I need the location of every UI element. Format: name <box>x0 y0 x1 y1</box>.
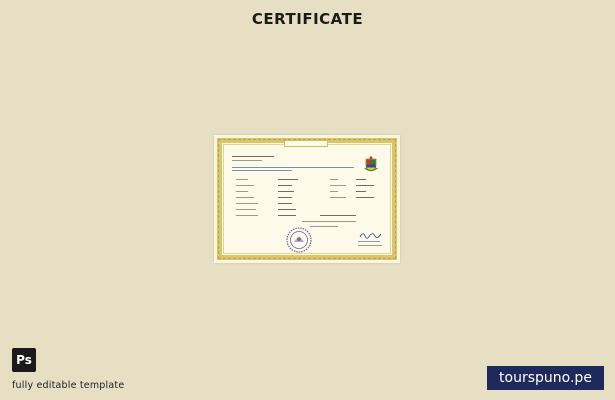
certificate-field-label <box>236 191 248 193</box>
certificate-field-value <box>356 185 374 187</box>
editable-caption: fully editable template <box>12 380 125 391</box>
certificate-signer-line <box>358 241 380 243</box>
photoshop-icon: Ps <box>12 348 36 372</box>
certificate-registry-line <box>320 215 356 217</box>
certificate-field-value <box>278 179 298 181</box>
certificate-field-value <box>356 197 374 199</box>
certificate-field-label <box>236 197 254 199</box>
certificate-text-line <box>232 160 262 162</box>
certificate-text-line <box>232 167 354 169</box>
certificate-field-label <box>330 185 346 187</box>
certificate-field-label <box>236 203 258 205</box>
page-title: CERTIFICATE <box>251 10 364 28</box>
certificate-text-line <box>232 170 292 172</box>
certificate-field-label <box>330 191 338 193</box>
certificate-text-line <box>232 156 274 158</box>
certificate-field-value <box>278 203 292 205</box>
certificate-field-label <box>236 179 248 181</box>
certificate-field-value <box>356 179 366 181</box>
certificate-field-value <box>356 191 366 193</box>
certificate-preview <box>214 135 400 263</box>
certificate-field-value <box>278 215 296 217</box>
certificate-field-value <box>278 185 292 187</box>
certificate-field-label <box>236 209 256 211</box>
brand-watermark: tourspuno.pe <box>487 366 604 390</box>
certificate-signer-line <box>358 245 382 247</box>
certificate-field-label <box>330 179 338 181</box>
certificate-field-value <box>278 191 294 193</box>
certificate-field-value <box>278 197 292 199</box>
certificate-text-line <box>302 221 356 223</box>
certificate-text-line <box>310 226 338 228</box>
certificate-field-label <box>236 215 258 217</box>
certificate-field-value <box>278 209 296 211</box>
certificate-header-tab <box>284 140 328 147</box>
certificate-field-label <box>330 197 346 199</box>
signature-icon <box>359 233 382 239</box>
stamp-seal-icon <box>286 227 312 253</box>
certificate-field-label <box>236 185 254 187</box>
coat-of-arms-icon <box>364 156 378 172</box>
